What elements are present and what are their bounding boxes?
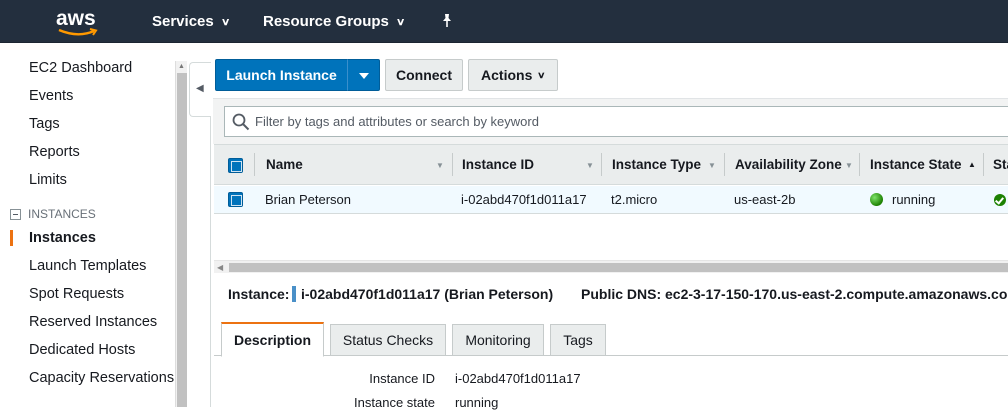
tab-description[interactable]: Description [221, 322, 324, 357]
field-value-instance-id: i-02abd470f1d011a17 [455, 371, 581, 386]
table-scrollbar-thumb[interactable] [229, 263, 1008, 272]
sidebar-item-dedicated-hosts[interactable]: Dedicated Hosts [29, 342, 135, 358]
cell-availability-zone: us-east-2b [734, 192, 796, 207]
drag-handle[interactable] [292, 286, 296, 302]
cell-instance-id: i-02abd470f1d011a17 [461, 192, 587, 207]
launch-instance-dropdown-button[interactable] [347, 59, 380, 91]
column-separator [983, 153, 984, 176]
tab-status-checks[interactable]: Status Checks [330, 324, 446, 356]
aws-logo[interactable]: aws [56, 7, 102, 37]
resource-groups-menu[interactable]: Resource Groups ∨ [263, 13, 406, 30]
scroll-left-icon[interactable]: ◀ [217, 263, 223, 272]
cell-name: Brian Peterson [265, 192, 351, 207]
cell-instance-state: running [870, 186, 935, 213]
connect-button[interactable]: Connect [385, 59, 463, 91]
sidebar-item-reports[interactable]: Reports [29, 144, 80, 160]
chevron-down-icon: ∨ [220, 17, 231, 28]
column-header-label: Availability Zone [735, 157, 842, 172]
table-horizontal-scrollbar[interactable]: ◀ [214, 260, 1008, 273]
actions-button-label: Actions [481, 67, 533, 83]
content-divider [210, 116, 211, 407]
column-header-name[interactable]: Name ▼ [266, 145, 446, 184]
running-status-icon [870, 193, 883, 206]
tab-monitoring[interactable]: Monitoring [452, 324, 544, 356]
sidebar-item-launch-templates[interactable]: Launch Templates [29, 258, 146, 274]
column-separator [601, 153, 602, 176]
search-input[interactable] [255, 108, 955, 135]
column-header-label: Instance State [870, 157, 962, 172]
collapse-section-icon[interactable] [10, 208, 21, 220]
column-header-instance-state[interactable]: Instance State ▲ [870, 145, 982, 184]
services-menu[interactable]: Services ∨ [152, 13, 231, 30]
field-label-instance-id: Instance ID [369, 371, 435, 386]
select-all-checkbox[interactable] [228, 158, 243, 173]
cell-status-checks [994, 186, 1006, 213]
aws-smile-icon [58, 28, 98, 36]
column-header-status[interactable]: Sta [993, 145, 1008, 184]
scroll-up-icon[interactable]: ▲ [178, 63, 185, 70]
cell-instance-type: t2.micro [611, 192, 658, 207]
top-navigation-bar: aws Services ∨ Resource Groups ∨ [0, 0, 1008, 43]
detail-dns-value: ec2-3-17-150-170.us-east-2.compute.amazo… [665, 286, 1008, 302]
sidebar-item-limits[interactable]: Limits [29, 172, 67, 188]
sidebar-item-tags[interactable]: Tags [29, 116, 60, 132]
search-box[interactable] [224, 106, 1008, 137]
column-header-label: Name [266, 157, 303, 172]
detail-dns-label: Public DNS: [581, 286, 662, 302]
launch-instance-button[interactable]: Launch Instance [215, 59, 348, 91]
sidebar-scrollbar-thumb[interactable] [177, 73, 187, 407]
chevron-down-icon: ∨ [537, 69, 546, 80]
sort-icon[interactable]: ▼ [708, 161, 716, 170]
sort-icon[interactable]: ▼ [436, 161, 444, 170]
column-header-label: Instance Type [612, 157, 702, 172]
column-separator [452, 153, 453, 176]
sidebar-item-events[interactable]: Events [29, 88, 73, 104]
sidebar-item-capacity-reservations[interactable]: Capacity Reservations [29, 370, 174, 386]
sidebar-item-instances[interactable]: Instances [29, 230, 96, 246]
caret-down-icon [359, 73, 369, 79]
sort-icon[interactable]: ▼ [845, 161, 853, 170]
column-header-instance-type[interactable]: Instance Type ▼ [612, 145, 722, 184]
column-header-availability-zone[interactable]: Availability Zone ▼ [735, 145, 860, 184]
column-header-label: Instance ID [462, 157, 535, 172]
column-header-label: Sta [993, 157, 1008, 172]
sidebar: EC2 Dashboard Events Tags Reports Limits… [0, 44, 175, 407]
sidebar-item-spot-requests[interactable]: Spot Requests [29, 286, 124, 302]
table-row[interactable]: Brian Peterson i-02abd470f1d011a17 t2.mi… [214, 186, 1008, 214]
sort-icon[interactable]: ▼ [586, 161, 594, 170]
sidebar-section-label: INSTANCES [28, 207, 96, 221]
check-circle-icon [994, 193, 1006, 206]
active-indicator [10, 230, 13, 246]
actions-button[interactable]: Actions ∨ [468, 59, 558, 91]
sort-ascending-icon[interactable]: ▲ [968, 160, 976, 169]
search-icon [232, 113, 250, 131]
column-separator [254, 153, 255, 176]
column-separator [859, 153, 860, 176]
field-label-instance-state: Instance state [354, 395, 435, 410]
column-header-instance-id[interactable]: Instance ID ▼ [462, 145, 602, 184]
tab-tags[interactable]: Tags [550, 324, 606, 356]
sidebar-section-instances[interactable]: INSTANCES [10, 207, 96, 221]
sidebar-item-reserved-instances[interactable]: Reserved Instances [29, 314, 157, 330]
detail-instance-value: i-02abd470f1d011a17 (Brian Peterson) [301, 286, 554, 302]
table-header: Name ▼ Instance ID ▼ Instance Type ▼ Ava… [214, 144, 1008, 185]
sidebar-scrollbar[interactable]: ▲ [175, 61, 187, 407]
field-value-instance-state: running [455, 395, 499, 410]
resource-groups-menu-label: Resource Groups [263, 13, 389, 30]
detail-instance-label: Instance: [228, 286, 290, 302]
column-separator [724, 153, 725, 176]
pin-icon[interactable] [440, 13, 454, 29]
services-menu-label: Services [152, 13, 214, 30]
chevron-left-icon: ◀ [196, 83, 204, 94]
sidebar-item-ec2-dashboard[interactable]: EC2 Dashboard [29, 60, 132, 76]
instance-state-text: running [892, 192, 936, 207]
row-checkbox[interactable] [228, 192, 243, 207]
chevron-down-icon: ∨ [395, 17, 406, 28]
collapse-sidebar-button[interactable]: ◀ [189, 62, 211, 117]
